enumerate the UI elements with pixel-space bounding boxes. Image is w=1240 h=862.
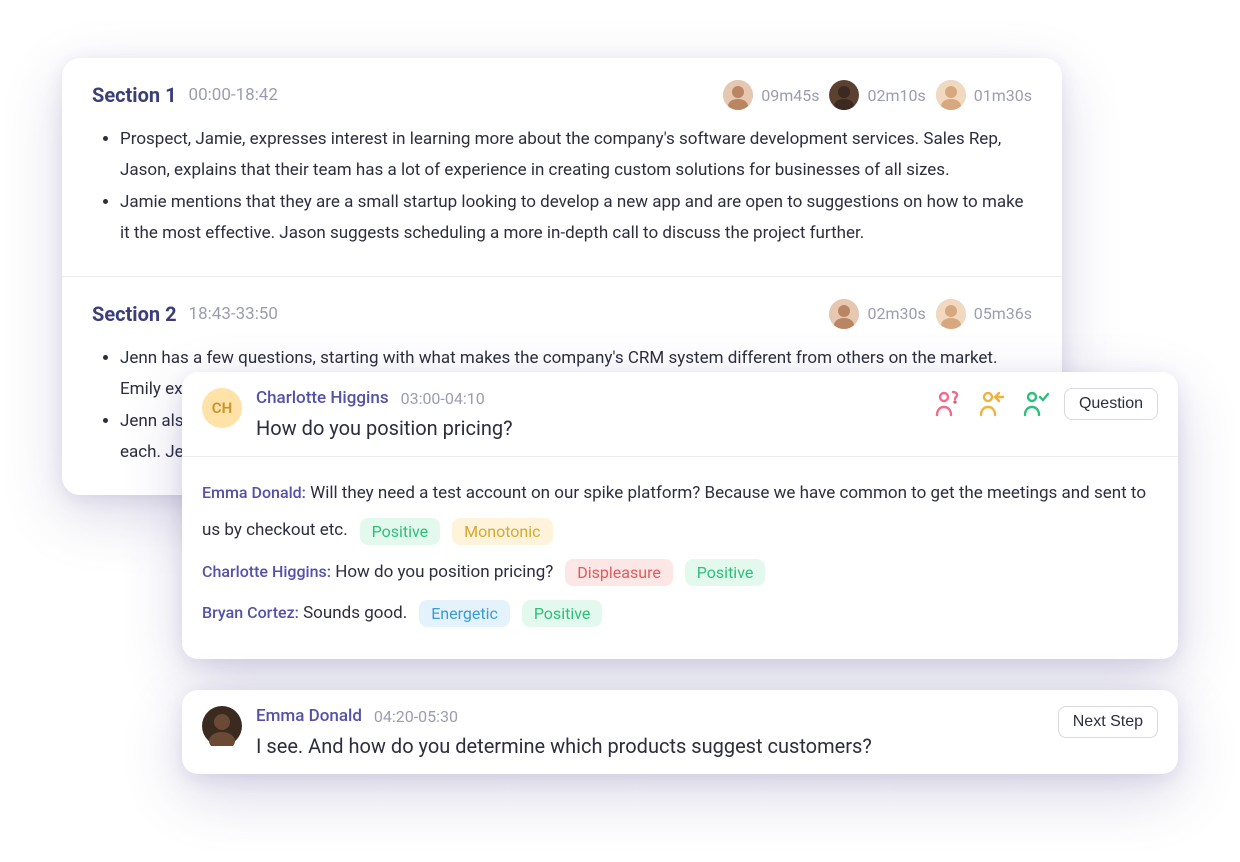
avatar	[723, 80, 753, 110]
avatar	[936, 299, 966, 329]
participant: 02m30s	[829, 299, 925, 329]
transcript-line: Emma Donald: Will they need a test accou…	[202, 475, 1158, 550]
transcript-line: Charlotte Higgins: How do you position p…	[202, 554, 1158, 591]
participant: 09m45s	[723, 80, 819, 110]
section-1: Section 1 00:00-18:42 09m45s 02m10s	[62, 58, 1062, 277]
section-bullet: Prospect, Jamie, expresses interest in l…	[120, 124, 1032, 187]
transcript-text: Sounds good.	[299, 603, 407, 623]
participant-time: 02m10s	[867, 86, 925, 105]
avatar	[829, 80, 859, 110]
section-bullets: Prospect, Jamie, expresses interest in l…	[92, 124, 1032, 250]
snippet-timerange: 04:20-05:30	[374, 707, 458, 726]
section-timerange: 00:00-18:42	[189, 85, 278, 105]
snippet-meta: Emma Donald 04:20-05:30 I see. And how d…	[256, 706, 1044, 758]
snippet-question: I see. And how do you determine which pr…	[256, 734, 1044, 758]
snippet-question: How do you position pricing?	[256, 416, 918, 440]
participant-time: 09m45s	[761, 86, 819, 105]
section-title: Section 1	[92, 83, 177, 107]
snippet-speaker: Emma Donald	[256, 706, 362, 726]
transcript-line: Bryan Cortez: Sounds good. Energetic Pos…	[202, 595, 1158, 632]
section-header: Section 2 18:43-33:50 02m30s 05m36s	[92, 299, 1032, 329]
snippet-actions: Next Step	[1058, 706, 1158, 738]
snippet-timerange: 03:00-04:10	[401, 389, 485, 408]
participant: 05m36s	[936, 299, 1032, 329]
snippet-actions: Question	[932, 388, 1158, 420]
sentiment-tag[interactable]: Displeasure	[565, 559, 673, 586]
transcript-speaker: Bryan Cortez:	[202, 603, 299, 622]
snippet-speaker: Charlotte Higgins	[256, 388, 389, 408]
section-header: Section 1 00:00-18:42 09m45s 02m10s	[92, 80, 1032, 110]
section-participants: 09m45s 02m10s 01m30s	[723, 80, 1032, 110]
avatar	[829, 299, 859, 329]
sentiment-tag[interactable]: Energetic	[419, 600, 510, 627]
person-check-icon[interactable]	[1020, 389, 1050, 419]
section-title: Section 2	[92, 302, 177, 326]
transcript-speaker: Emma Donald:	[202, 483, 306, 502]
transcript-speaker: Charlotte Higgins:	[202, 562, 331, 581]
sentiment-tag[interactable]: Monotonic	[452, 518, 552, 545]
sentiment-tag[interactable]: Positive	[685, 559, 766, 586]
participant-time: 05m36s	[974, 304, 1032, 323]
participant-time: 02m30s	[867, 304, 925, 323]
avatar	[202, 706, 242, 746]
participant: 02m10s	[829, 80, 925, 110]
person-question-icon[interactable]	[932, 389, 962, 419]
snippet-card-question: CH Charlotte Higgins 03:00-04:10 How do …	[182, 372, 1178, 659]
question-tag-button[interactable]: Question	[1064, 388, 1158, 420]
section-bullet: Jamie mentions that they are a small sta…	[120, 187, 1032, 250]
section-participants: 02m30s 05m36s	[829, 299, 1032, 329]
transcript-text: Will they need a test account on our spi…	[202, 483, 1146, 540]
snippet-header: Emma Donald 04:20-05:30 I see. And how d…	[182, 690, 1178, 774]
sentiment-tag[interactable]: Positive	[360, 518, 441, 545]
section-timerange: 18:43-33:50	[189, 304, 278, 324]
snippet-body: Emma Donald: Will they need a test accou…	[182, 457, 1178, 659]
snippet-card-nextstep: Emma Donald 04:20-05:30 I see. And how d…	[182, 690, 1178, 774]
participant: 01m30s	[936, 80, 1032, 110]
avatar-initials: CH	[202, 388, 242, 428]
transcript-text: How do you position pricing?	[331, 562, 553, 582]
sentiment-tag[interactable]: Positive	[522, 600, 603, 627]
participant-time: 01m30s	[974, 86, 1032, 105]
snippet-header: CH Charlotte Higgins 03:00-04:10 How do …	[182, 372, 1178, 457]
person-reply-icon[interactable]	[976, 389, 1006, 419]
avatar	[936, 80, 966, 110]
snippet-meta: Charlotte Higgins 03:00-04:10 How do you…	[256, 388, 918, 440]
nextstep-tag-button[interactable]: Next Step	[1058, 706, 1158, 738]
